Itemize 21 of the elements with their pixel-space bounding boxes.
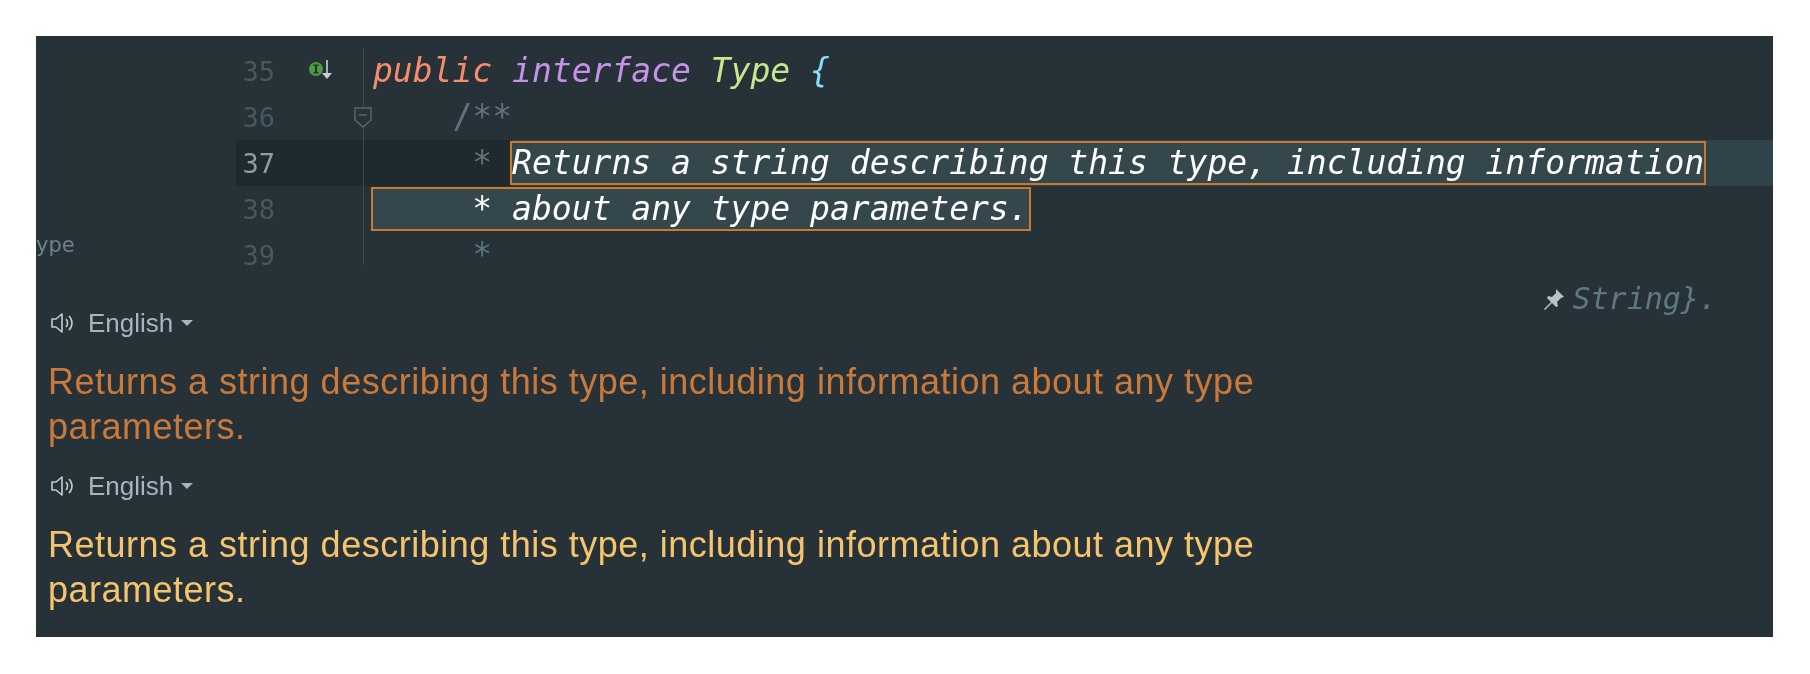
highlighted-text: Returns a string describing this type, including information	[512, 143, 1705, 183]
translated-text: Returns a string describing this type, including information about any type parameters.	[48, 523, 1256, 612]
line-number: 37	[241, 147, 275, 179]
source-text: Returns a string describing this type, including information about any type parameters.	[48, 360, 1256, 449]
speaker-icon	[50, 475, 74, 497]
code-token: {	[810, 51, 830, 91]
code-token: interface	[512, 51, 692, 91]
caret-icon	[181, 483, 194, 489]
language-dropdown[interactable]: English	[88, 307, 194, 339]
code-token: Type	[710, 51, 792, 91]
code-token: *	[364, 140, 513, 186]
highlighted-text: * about any type parameters.	[373, 189, 1029, 229]
tool-window-label: ype	[36, 233, 75, 257]
code-token: public	[373, 51, 494, 91]
pin-icon	[1542, 287, 1565, 310]
language-dropdown[interactable]: English	[88, 470, 194, 502]
code-token: *	[471, 235, 493, 265]
caret-icon	[181, 320, 194, 326]
doc-text-fragment: String}.	[1572, 281, 1717, 316]
speaker-icon	[50, 312, 74, 334]
code-token: /**	[451, 97, 513, 137]
